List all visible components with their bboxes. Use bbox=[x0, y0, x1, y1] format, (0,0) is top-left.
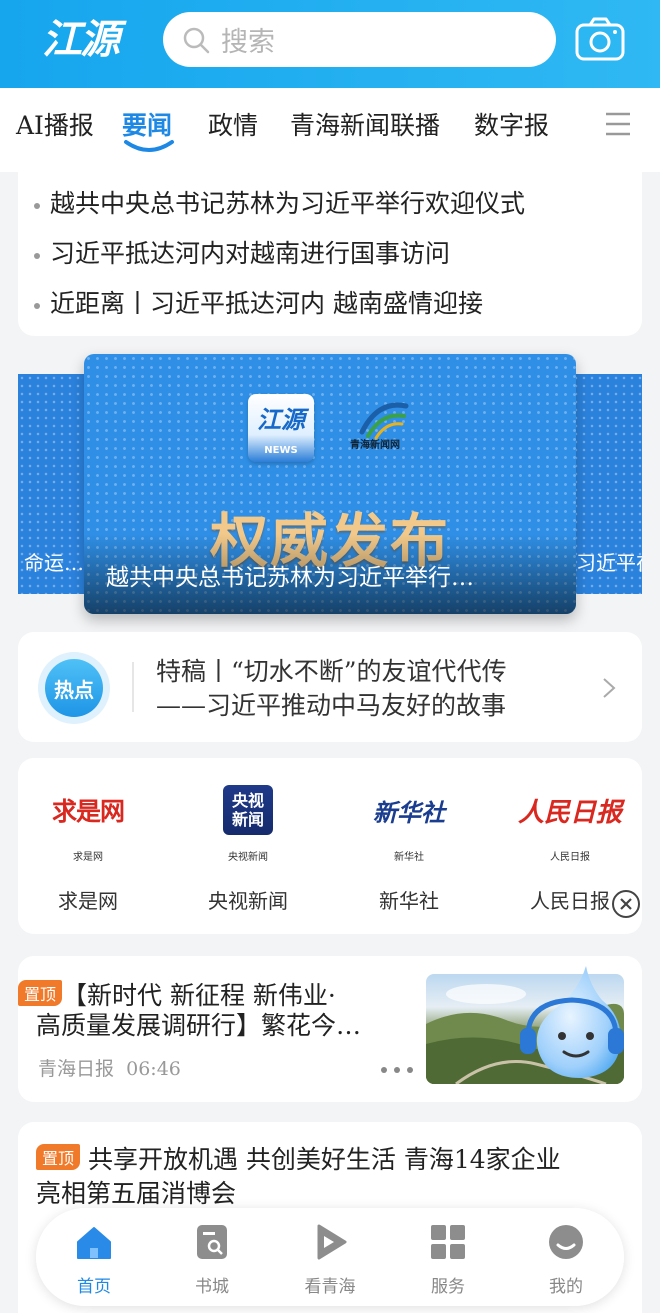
bullet bbox=[34, 202, 40, 209]
search-icon bbox=[183, 27, 210, 53]
app-logo[interactable]: 江源 bbox=[42, 14, 134, 66]
hot-topic-card[interactable]: 热点 特稿丨“切水不断”的友谊代代传 ——习近平推动中马友好的故事 bbox=[18, 632, 642, 742]
tab-politics[interactable]: 政情 bbox=[208, 106, 258, 142]
top-bar: 江源 搜索 bbox=[0, 0, 660, 88]
carousel-current-slide[interactable]: 江源 NEWS 青海新闻网 权威发布 越共中央总书记苏林为习近平举行… bbox=[84, 354, 576, 614]
camera-icon[interactable] bbox=[574, 16, 626, 62]
active-tab-indicator bbox=[124, 140, 174, 152]
jiangyuan-news-logo: 江源 NEWS bbox=[248, 394, 314, 462]
headline-item[interactable]: 习近平抵达河内对越南进行国事访问 bbox=[34, 234, 450, 270]
tab-headlines[interactable]: 要闻 bbox=[122, 106, 172, 142]
mascot-assistant[interactable] bbox=[516, 962, 628, 1082]
bullet bbox=[34, 252, 40, 259]
user-icon bbox=[549, 1225, 583, 1259]
nav-watch-qinghai[interactable]: 看青海 bbox=[280, 1222, 380, 1297]
pinned-badge: 置顶 bbox=[36, 1144, 81, 1170]
news-source: 青海日报 bbox=[38, 1058, 115, 1080]
search-placeholder: 搜索 bbox=[221, 27, 275, 58]
media-name: 新华社 bbox=[379, 889, 439, 913]
close-icon[interactable] bbox=[610, 888, 642, 920]
menu-icon[interactable] bbox=[604, 110, 632, 138]
tab-ai-broadcast[interactable]: AI播报 bbox=[16, 106, 94, 142]
home-icon bbox=[77, 1227, 111, 1259]
headline-item[interactable]: 越共中央总书记苏林为习近平举行欢迎仪式 bbox=[34, 184, 525, 220]
carousel-next-slide[interactable]: 习近平在 bbox=[572, 374, 642, 594]
carousel-prev-slide[interactable]: 命运… bbox=[18, 374, 88, 594]
grid-icon bbox=[431, 1225, 465, 1259]
headline-item[interactable]: 近距离丨习近平抵达河内 越南盛情迎接 bbox=[34, 284, 483, 320]
nav-bookstore[interactable]: 书城 bbox=[162, 1222, 262, 1297]
hot-title-line2: ——习近平推动中马友好的故事 bbox=[156, 691, 507, 720]
news-time: 06:46 bbox=[126, 1058, 181, 1080]
channel-tabs: AI播报 要闻 政情 青海新闻联播 数字报 bbox=[0, 88, 660, 172]
news-title-line1: 置顶 共享开放机遇 共创美好生活 青海14家企业 bbox=[36, 1140, 561, 1176]
news-title-line2: 高质量发展调研行】繁花今… bbox=[36, 1011, 362, 1040]
hot-badge: 热点 bbox=[38, 652, 110, 724]
play-icon bbox=[317, 1224, 347, 1260]
search-bar[interactable]: 搜索 bbox=[163, 12, 556, 67]
news-meta: 青海日报 06:46 bbox=[38, 1054, 181, 1081]
media-cctv-news[interactable]: 央视新闻 央视新闻 央视新闻 bbox=[178, 780, 318, 920]
media-sources: 求是网 求是网 求是网 央视新闻 央视新闻 央视新闻 新华社 新华社 新华社 人… bbox=[18, 758, 642, 934]
qinghai-news-logo bbox=[359, 402, 409, 440]
tab-qinghai-news[interactable]: 青海新闻联播 bbox=[290, 106, 440, 142]
media-qiushi[interactable]: 求是网 求是网 求是网 bbox=[18, 780, 158, 920]
divider bbox=[132, 662, 134, 712]
peoples-daily-logo: 人民日报 bbox=[517, 797, 622, 828]
cctv-news-logo: 央视新闻 bbox=[223, 785, 273, 835]
chevron-right-icon bbox=[603, 678, 616, 698]
partner-name: 青海新闻网 bbox=[350, 440, 400, 451]
xinhua-logo: 新华社 bbox=[373, 797, 445, 827]
banner-caption: 越共中央总书记苏林为习近平举行… bbox=[106, 565, 474, 591]
media-name: 央视新闻 bbox=[208, 889, 288, 913]
hot-title-line1: 特稿丨“切水不断”的友谊代代传 bbox=[156, 657, 507, 686]
bullet bbox=[34, 302, 40, 309]
more-options-icon[interactable] bbox=[380, 1066, 414, 1074]
bottom-navigation: 首页 书城 看青海 服务 我的 bbox=[36, 1208, 624, 1306]
news-title-line2: 亮相第五届消博会 bbox=[36, 1179, 237, 1208]
headline-list: 越共中央总书记苏林为习近平举行欢迎仪式 习近平抵达河内对越南进行国事访问 近距离… bbox=[18, 172, 642, 336]
nav-profile[interactable]: 我的 bbox=[516, 1222, 616, 1297]
nav-services[interactable]: 服务 bbox=[398, 1222, 498, 1297]
book-icon bbox=[197, 1225, 227, 1259]
media-xinhua[interactable]: 新华社 新华社 新华社 bbox=[339, 780, 479, 920]
media-name: 求是网 bbox=[58, 889, 118, 913]
pinned-badge: 置顶 bbox=[18, 980, 63, 1006]
qiushi-logo: 求是网 bbox=[51, 797, 125, 826]
nav-home[interactable]: 首页 bbox=[44, 1222, 144, 1297]
tab-digital-paper[interactable]: 数字报 bbox=[474, 106, 549, 142]
